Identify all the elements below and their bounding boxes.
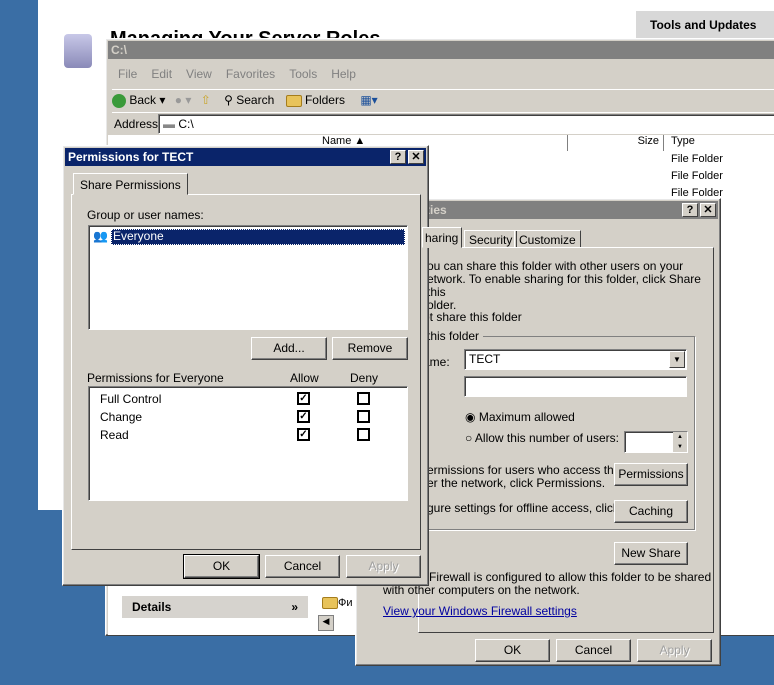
permissions-button[interactable]: Permissions — [614, 463, 688, 486]
expand-chevron-icon[interactable]: » — [291, 600, 298, 614]
permissions-ok-button[interactable]: OK — [183, 554, 260, 579]
address-input[interactable]: ▬ C:\ — [158, 114, 774, 134]
back-button[interactable]: Back ▾ — [112, 93, 165, 108]
back-icon — [112, 93, 126, 108]
share-permissions-panel: Group or user names: 👥 Everyone Add... Re… — [71, 194, 421, 550]
details-section[interactable]: Details» — [122, 596, 308, 618]
tools-and-updates-tab[interactable]: Tools and Updates — [636, 11, 774, 41]
tab-customize[interactable]: Customize — [514, 230, 581, 248]
search-button[interactable]: ⚲ Search — [224, 93, 274, 107]
scroll-left-button[interactable]: ◀ — [318, 615, 334, 631]
new-share-button[interactable]: New Share — [614, 542, 688, 565]
up-folder-icon[interactable]: ⇧ — [201, 93, 211, 107]
permission-name: Change — [100, 410, 143, 424]
server-roles-icon — [64, 34, 92, 68]
menu-bar: File Edit View Favorites Tools Help — [118, 67, 370, 81]
properties-apply-button[interactable]: Apply — [637, 639, 712, 662]
folder-icon — [322, 597, 338, 610]
do-not-share-radio[interactable]: ot share this folder — [423, 310, 522, 324]
caching-text: gure settings for offline access, click — [427, 501, 619, 515]
permissions-list: Full Control ✓ Change ✓ Read ✓ — [88, 386, 408, 501]
menu-file[interactable]: File — [118, 67, 137, 81]
list-item[interactable]: 👥 Everyone — [93, 229, 405, 245]
deny-checkbox[interactable] — [357, 410, 370, 423]
deny-checkbox[interactable] — [357, 392, 370, 405]
permissions-text: ermissions for users who access this er t… — [427, 463, 623, 490]
address-bar: Address ▬ C:\ — [112, 112, 774, 134]
views-button[interactable]: ▦▾ — [360, 93, 377, 107]
radio-selected-icon: ◉ — [465, 410, 476, 424]
allow-number-radio[interactable]: ○ Allow this number of users: — [465, 431, 619, 445]
firewall-settings-link[interactable]: View your Windows Firewall settings — [383, 604, 577, 618]
address-label: Address — [114, 117, 159, 131]
file-row[interactable]: File Folder — [671, 170, 723, 182]
remove-button[interactable]: Remove — [332, 337, 408, 360]
group-label: Group or user names: — [87, 208, 204, 222]
menu-tools[interactable]: Tools — [289, 67, 317, 81]
file-row[interactable]: File Folder — [671, 153, 723, 165]
allow-checkbox[interactable]: ✓ — [297, 410, 310, 423]
explorer-titlebar: C:\ — [108, 41, 774, 59]
tab-security[interactable]: Security — [464, 230, 518, 248]
close-button[interactable]: ✕ — [700, 203, 716, 217]
maximum-allowed-radio[interactable]: ◉ Maximum allowed — [465, 410, 575, 424]
help-button[interactable]: ? — [682, 203, 698, 217]
caching-button[interactable]: Caching — [614, 500, 688, 523]
properties-cancel-button[interactable]: Cancel — [556, 639, 631, 662]
permission-row: Full Control ✓ — [89, 391, 407, 407]
folders-button[interactable]: Folders — [285, 93, 345, 107]
allow-checkbox[interactable]: ✓ — [297, 392, 310, 405]
allow-header: Allow — [290, 371, 319, 385]
add-button[interactable]: Add... — [251, 337, 327, 360]
share-name-combo[interactable]: TECT ▼ — [464, 349, 687, 370]
permissions-dialog: Permissions for TECT ? ✕ Share Permission… — [62, 145, 429, 586]
firewall-text: Firewall is configured to allow this fol… — [383, 570, 712, 597]
forward-button[interactable]: ● ▾ — [175, 93, 192, 107]
permission-name: Read — [100, 428, 129, 442]
permission-row: Change ✓ — [89, 409, 407, 425]
permissions-titlebar: Permissions for TECT ? ✕ — [65, 148, 426, 166]
folders-icon — [285, 94, 302, 107]
permissions-label: Permissions for Everyone — [87, 371, 224, 385]
deny-header: Deny — [350, 371, 379, 385]
allow-checkbox[interactable]: ✓ — [297, 428, 310, 441]
permission-name: Full Control — [100, 392, 162, 406]
file-row[interactable]: Фи — [322, 597, 353, 610]
search-icon: ⚲ — [224, 93, 233, 107]
group-users-icon: 👥 — [93, 229, 108, 243]
permissions-apply-button[interactable]: Apply — [346, 555, 421, 578]
sharing-panel: ou can share this folder with other user… — [383, 247, 714, 633]
help-button[interactable]: ? — [390, 150, 406, 164]
intro-text: ou can share this folder with other user… — [427, 259, 701, 312]
toolbar: Back ▾ ● ▾ ⇧ ⚲ Search Folders ▦▾ — [112, 89, 774, 111]
column-header-size[interactable]: Size — [568, 135, 664, 151]
column-header-type[interactable]: Type — [667, 135, 774, 151]
menu-favorites[interactable]: Favorites — [226, 67, 275, 81]
menu-help[interactable]: Help — [331, 67, 356, 81]
close-button[interactable]: ✕ — [408, 150, 424, 164]
permission-row: Read ✓ — [89, 427, 407, 443]
dropdown-arrow-icon[interactable]: ▼ — [669, 351, 685, 368]
tab-share-permissions[interactable]: Share Permissions — [73, 173, 188, 195]
menu-edit[interactable]: Edit — [151, 67, 172, 81]
deny-checkbox[interactable] — [357, 428, 370, 441]
permissions-cancel-button[interactable]: Cancel — [265, 555, 340, 578]
user-count-spinner[interactable]: ▲ ▼ — [624, 431, 688, 453]
radio-empty-icon: ○ — [465, 431, 473, 445]
drive-icon: ▬ — [163, 117, 175, 131]
properties-ok-button[interactable]: OK — [475, 639, 550, 662]
menu-view[interactable]: View — [186, 67, 212, 81]
user-list[interactable]: 👥 Everyone — [88, 225, 408, 330]
comment-input[interactable] — [464, 376, 687, 397]
tab-sharing[interactable]: haring — [422, 227, 462, 248]
